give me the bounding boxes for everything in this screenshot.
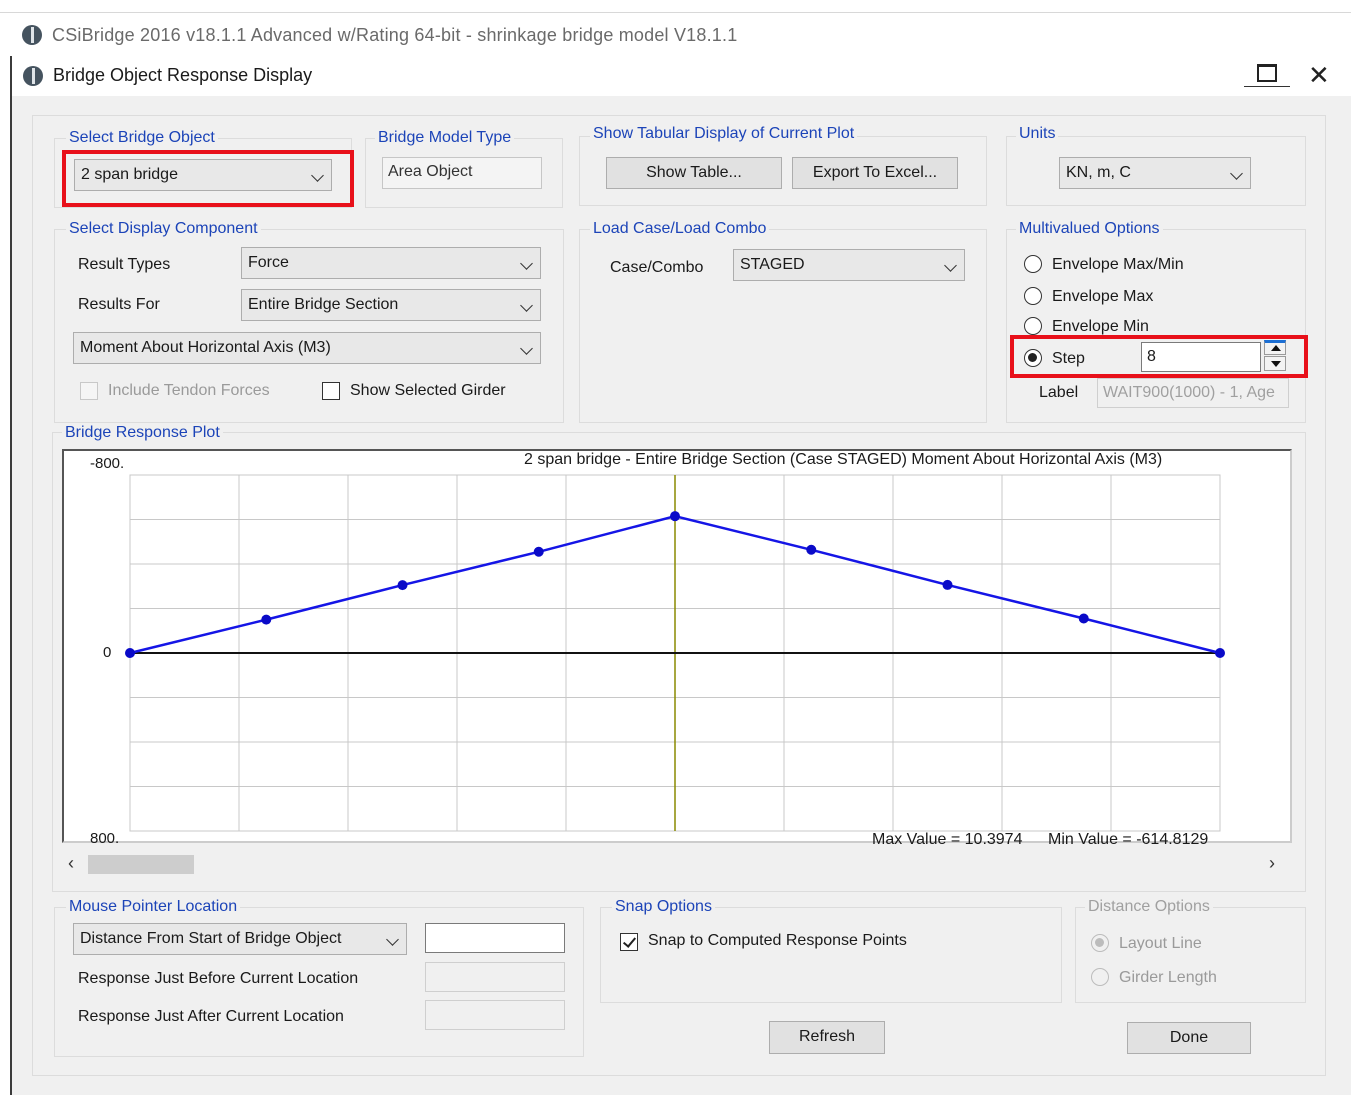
step-label-caption: Label (1039, 384, 1079, 401)
chevron-down-icon (1230, 167, 1243, 180)
tabular-display-label: Show Tabular Display of Current Plot (590, 125, 858, 143)
scroll-left-icon[interactable]: ‹ (68, 853, 74, 874)
response-after-field (425, 1000, 565, 1030)
show-selected-girder-label: Show Selected Girder (350, 382, 506, 399)
distance-from-select[interactable]: Distance From Start of Bridge Object (73, 923, 407, 955)
response-display-dialog: Bridge Object Response Display ✕ Select … (10, 56, 1351, 1095)
select-bridge-object-label: Select Bridge Object (66, 129, 218, 147)
units-label: Units (1016, 125, 1059, 143)
response-before-label: Response Just Before Current Location (78, 970, 359, 987)
moment-data-point (397, 580, 408, 591)
step-label-field: WAIT900(1000) - 1, Age (1097, 378, 1289, 408)
refresh-button[interactable]: Refresh (769, 1021, 885, 1054)
chevron-down-icon (386, 933, 399, 946)
dialog-title: Bridge Object Response Display (53, 65, 313, 85)
results-for-value: Entire Bridge Section (248, 296, 399, 313)
moment-data-point (1215, 648, 1225, 658)
layout-line-radio[interactable] (1091, 934, 1109, 952)
moment-data-point (533, 546, 544, 557)
result-types-select[interactable]: Force (241, 247, 541, 279)
export-to-excel-button[interactable]: Export To Excel... (792, 157, 958, 189)
distance-input[interactable] (425, 923, 565, 953)
distance-options-label: Distance Options (1085, 898, 1213, 916)
snap-checkbox[interactable] (620, 933, 638, 951)
envelope-max-label: Envelope Max (1052, 288, 1154, 305)
checkmark-icon (622, 934, 637, 948)
bridge-model-type-field: Area Object (382, 157, 542, 189)
snap-checkbox-label: Snap to Computed Response Points (648, 932, 907, 949)
moment-data-point (125, 648, 135, 658)
envelope-maxmin-radio[interactable] (1024, 255, 1042, 273)
result-types-label: Result Types (78, 256, 171, 273)
show-table-button[interactable]: Show Table... (606, 157, 782, 189)
snap-options-group (600, 907, 1062, 1003)
distance-options-group (1075, 907, 1306, 1003)
mouse-location-label: Mouse Pointer Location (66, 898, 241, 916)
y-axis-top-label: -800. (90, 455, 125, 472)
distance-from-value: Distance From Start of Bridge Object (80, 930, 342, 947)
moment-data-point (1078, 613, 1089, 624)
plot-header: 2 span bridge - Entire Bridge Section (C… (524, 451, 1163, 468)
moment-data-point (942, 579, 953, 590)
chevron-down-icon (520, 257, 533, 270)
dialog-title-bar: Bridge Object Response Display ✕ (12, 56, 1351, 96)
result-types-value: Force (248, 254, 289, 271)
case-combo-select[interactable]: STAGED (733, 249, 965, 281)
y-axis-zero-label: 0 (103, 644, 112, 661)
moment-data-point (806, 544, 817, 555)
app-title: CSiBridge 2016 v18.1.1 Advanced w/Rating… (52, 25, 738, 45)
envelope-max-radio[interactable] (1024, 287, 1042, 305)
include-tendon-checkbox[interactable] (80, 382, 98, 400)
include-tendon-label: Include Tendon Forces (108, 382, 270, 399)
done-button[interactable]: Done (1127, 1022, 1251, 1054)
y-axis-bottom-label: 800. (90, 830, 120, 847)
plot-grid (129, 474, 1221, 832)
component-value: Moment About Horizontal Axis (M3) (80, 339, 331, 356)
scroll-thumb[interactable] (88, 855, 194, 874)
restore-window-button[interactable] (1244, 62, 1290, 87)
display-component-label: Select Display Component (66, 220, 261, 238)
envelope-min-radio[interactable] (1024, 317, 1042, 335)
csi-logo-icon (23, 66, 43, 86)
envelope-min-label: Envelope Min (1052, 318, 1149, 335)
chevron-down-icon (520, 299, 533, 312)
highlight-box (1010, 335, 1308, 378)
restore-window-icon (1257, 64, 1277, 82)
chevron-down-icon (944, 259, 957, 272)
bridge-model-type-label: Bridge Model Type (375, 129, 515, 147)
snap-options-label: Snap Options (612, 898, 715, 916)
component-select[interactable]: Moment About Horizontal Axis (M3) (73, 332, 541, 364)
response-after-label: Response Just After Current Location (78, 1008, 344, 1025)
plot-horizontal-scrollbar[interactable]: ‹ › (62, 853, 1292, 875)
layout-line-label: Layout Line (1119, 935, 1202, 952)
units-value: KN, m, C (1066, 164, 1131, 181)
app-title-bar: CSiBridge 2016 v18.1.1 Advanced w/Rating… (0, 12, 1351, 57)
response-plot-svg (125, 474, 1225, 832)
moment-data-point (261, 614, 272, 625)
results-for-select[interactable]: Entire Bridge Section (241, 289, 541, 321)
scroll-right-icon[interactable]: › (1269, 853, 1275, 874)
moment-data-point (670, 511, 680, 522)
units-select[interactable]: KN, m, C (1059, 157, 1251, 189)
case-combo-label: Case/Combo (610, 259, 704, 276)
close-icon[interactable]: ✕ (1308, 60, 1330, 91)
response-plot-label: Bridge Response Plot (62, 424, 223, 442)
load-case-label: Load Case/Load Combo (590, 220, 770, 238)
response-before-field (425, 962, 565, 992)
show-selected-girder-checkbox[interactable] (322, 382, 340, 400)
csi-logo-icon (22, 25, 42, 45)
chevron-down-icon (520, 342, 533, 355)
multivalued-options-label: Multivalued Options (1016, 220, 1163, 238)
min-value-text: Min Value = -614.8129 (1048, 831, 1209, 848)
girder-length-radio[interactable] (1091, 968, 1109, 986)
max-value-text: Max Value = 10.3974 (872, 831, 1023, 848)
response-plot-canvas[interactable]: -800. 0 800. 2 span bridge - Entire Brid… (62, 449, 1292, 848)
highlight-box (62, 150, 354, 207)
girder-length-label: Girder Length (1119, 969, 1217, 986)
case-combo-value: STAGED (740, 256, 805, 273)
envelope-maxmin-label: Envelope Max/Min (1052, 256, 1184, 273)
results-for-label: Results For (78, 296, 160, 313)
